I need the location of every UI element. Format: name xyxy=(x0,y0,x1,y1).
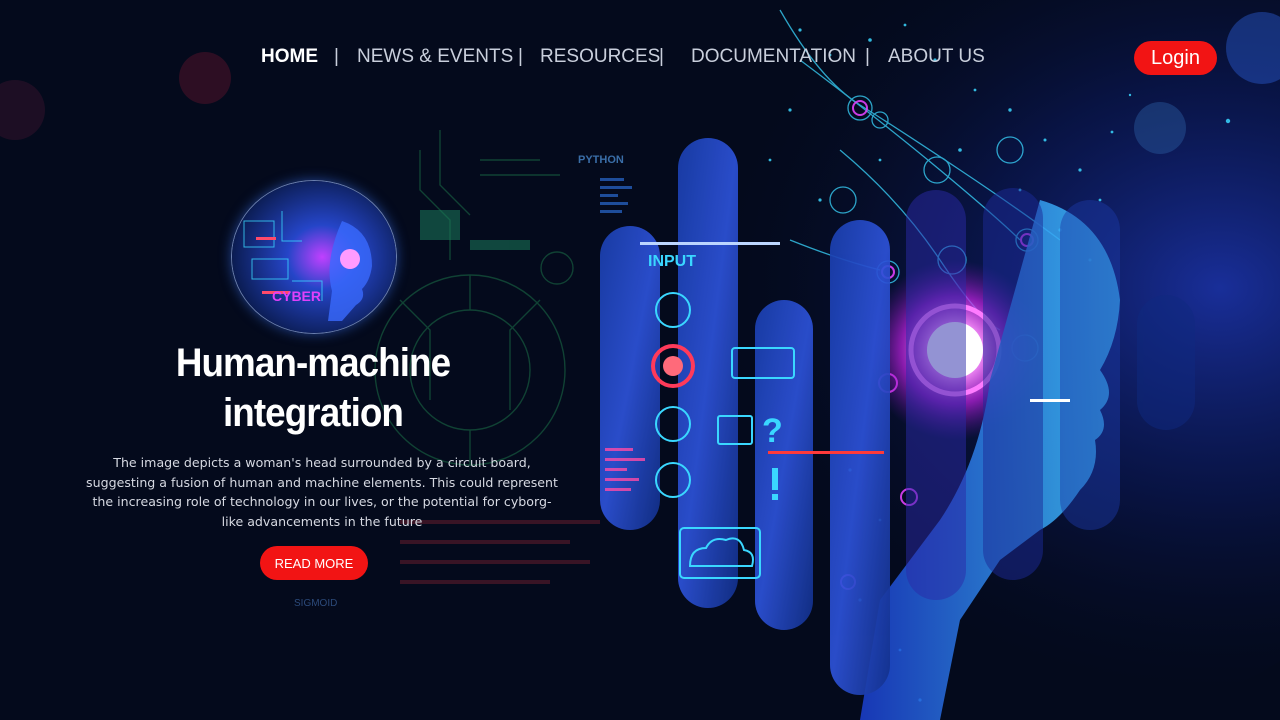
nav-separator: | xyxy=(334,46,339,67)
read-more-button[interactable]: READ MORE xyxy=(260,546,368,580)
python-label: PYTHON xyxy=(578,154,624,166)
nav-separator: | xyxy=(518,46,523,67)
hero-title: Human-machine integration xyxy=(175,341,451,435)
nav-item-documentation[interactable]: DOCUMENTATION xyxy=(691,46,856,68)
login-button[interactable]: Login xyxy=(1134,41,1217,75)
nav-item-about-us[interactable]: ABOUT US xyxy=(888,46,985,68)
sigmoid-label: SIGMOID xyxy=(294,598,337,609)
cyber-head-thumbnail: CYBER xyxy=(232,181,396,333)
nav-item-resources[interactable]: RESOURCES xyxy=(540,46,660,68)
nav-item-news-events[interactable]: NEWS & EVENTS xyxy=(357,46,513,68)
nav-item-home[interactable]: HOME xyxy=(261,46,318,68)
main-nav: HOME | NEWS & EVENTS | RESOURCES | DOCUM… xyxy=(0,46,1280,70)
svg-text:?: ? xyxy=(762,412,783,450)
nav-separator: | xyxy=(865,46,870,67)
input-label: INPUT xyxy=(648,253,696,270)
cyber-label: CYBER xyxy=(272,288,321,304)
hero-thumbnail-image: CYBER xyxy=(231,180,397,334)
nav-separator: | xyxy=(659,46,664,67)
hero-description: The image depicts a woman's head surroun… xyxy=(86,455,558,529)
